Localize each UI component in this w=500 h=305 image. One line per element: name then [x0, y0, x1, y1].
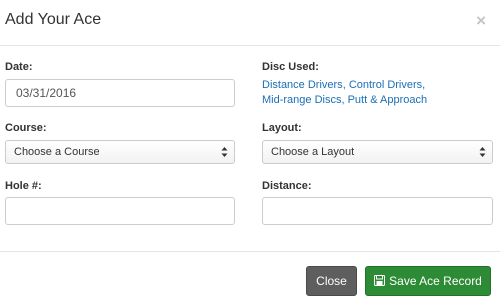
disc-link-mid-range-discs[interactable]: Mid-range Discs: [262, 94, 341, 106]
disc-used-links: Distance Drivers, Control Drivers, Mid-r…: [262, 78, 427, 108]
layout-select-value: Choose a Layout: [271, 146, 355, 158]
course-select-value: Choose a Course: [14, 146, 100, 158]
select-arrows-icon: [479, 147, 486, 157]
course-label: Course:: [5, 122, 47, 134]
close-button[interactable]: Close: [306, 266, 357, 296]
course-select[interactable]: Choose a Course: [5, 140, 235, 164]
layout-label: Layout:: [262, 122, 302, 134]
disc-link-distance-drivers[interactable]: Distance Drivers: [262, 79, 343, 91]
distance-input[interactable]: [262, 197, 493, 225]
disc-separator: ,: [422, 79, 426, 91]
date-label: Date:: [5, 61, 33, 73]
modal-header: Add Your Ace ×: [0, 0, 500, 46]
hole-label: Hole #:: [5, 180, 42, 192]
disc-separator: ,: [342, 79, 346, 91]
disc-separator: ,: [341, 94, 345, 106]
modal-title: Add Your Ace: [5, 11, 102, 28]
disc-link-control-drivers[interactable]: Control Drivers: [349, 79, 422, 91]
save-button-label: Save Ace Record: [389, 274, 482, 288]
save-ace-record-button[interactable]: Save Ace Record: [365, 266, 491, 296]
select-arrows-icon: [221, 147, 228, 157]
hole-input[interactable]: [5, 197, 235, 225]
disc-link-putt-approach[interactable]: Putt & Approach: [348, 94, 428, 106]
layout-select[interactable]: Choose a Layout: [262, 140, 493, 164]
distance-label: Distance:: [262, 180, 312, 192]
floppy-disk-icon: [374, 275, 386, 287]
date-input[interactable]: [5, 79, 235, 107]
close-icon[interactable]: ×: [476, 12, 486, 29]
disc-used-label: Disc Used:: [262, 61, 319, 73]
